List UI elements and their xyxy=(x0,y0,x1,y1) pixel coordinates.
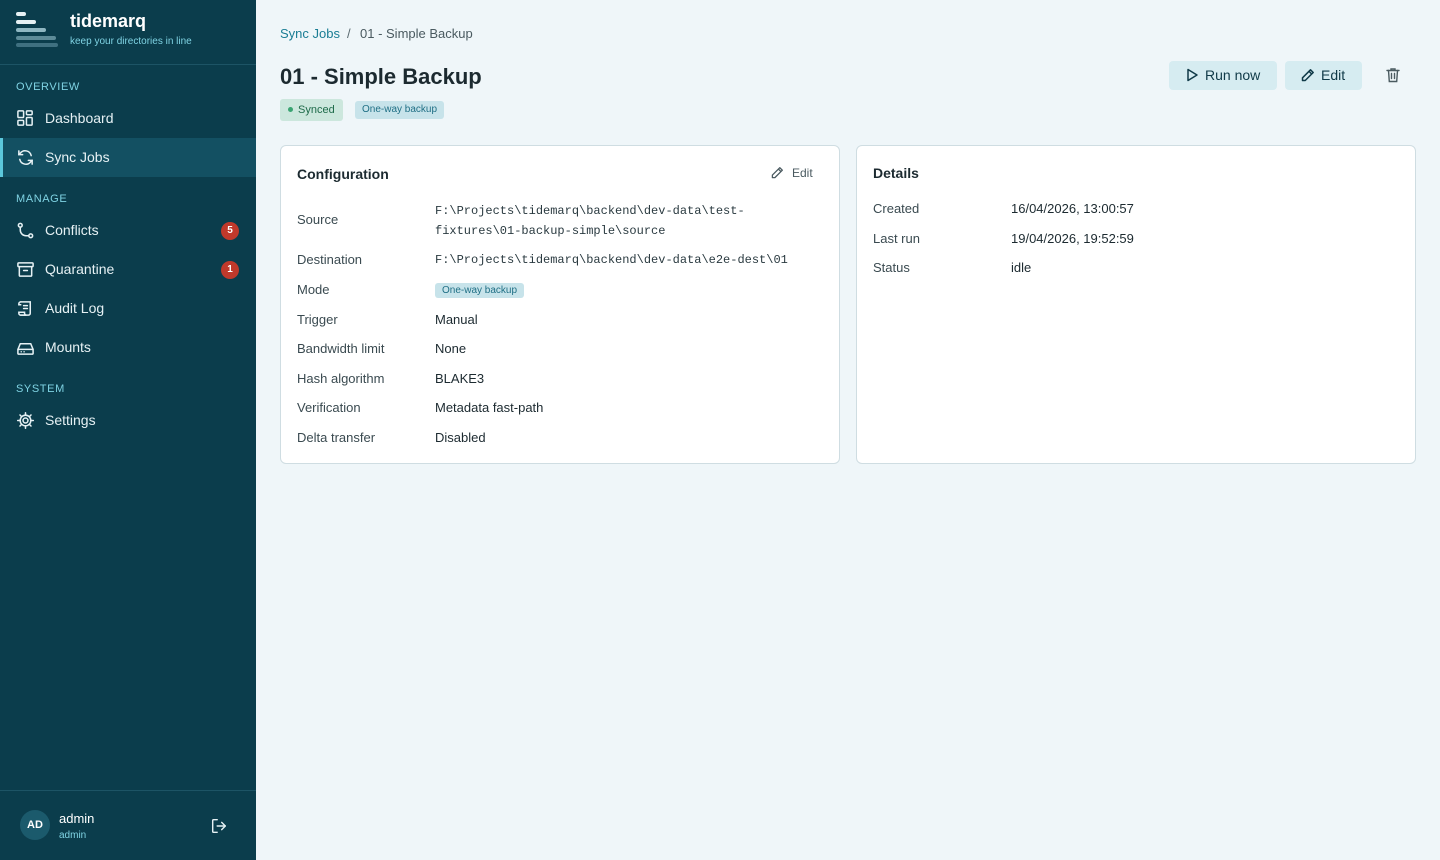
sidebar-item-conflicts[interactable]: Conflicts 5 xyxy=(0,211,256,250)
details-label-created: Created xyxy=(873,201,920,216)
sidebar-item-label: Quarantine xyxy=(45,261,115,277)
configuration-card: Configuration Edit Source F:\Projects\ti… xyxy=(280,145,840,464)
config-value-bandwidth: None xyxy=(435,341,467,356)
mode-badge: One-way backup xyxy=(355,101,445,119)
sidebar-item-audit-log[interactable]: Audit Log xyxy=(0,289,256,328)
quarantine-count-badge: 1 xyxy=(221,261,239,279)
config-label-trigger: Trigger xyxy=(297,312,338,327)
sidebar-item-dashboard[interactable]: Dashboard xyxy=(0,99,256,138)
brand: tidemarq keep your directories in line xyxy=(0,0,256,65)
app-tagline: keep your directories in line xyxy=(70,36,192,47)
details-value-last-run: 19/04/2026, 19:52:59 xyxy=(1011,231,1134,246)
run-now-label: Run now xyxy=(1205,67,1261,83)
details-value-created: 16/04/2026, 13:00:57 xyxy=(1011,201,1134,216)
conflicts-count-badge: 5 xyxy=(221,222,239,240)
config-value-hash: BLAKE3 xyxy=(435,371,485,386)
section-manage: MANAGE xyxy=(16,193,68,205)
config-label-verification: Verification xyxy=(297,400,361,415)
config-value-trigger: Manual xyxy=(435,312,478,327)
archive-icon xyxy=(17,262,34,277)
config-value-destination: F:\Projects\tidemarq\backend\dev-data\e2… xyxy=(435,253,788,267)
sidebar-item-quarantine[interactable]: Quarantine 1 xyxy=(0,250,256,289)
gear-icon xyxy=(16,411,35,430)
trash-icon[interactable] xyxy=(1384,66,1402,84)
run-now-button[interactable]: Run now xyxy=(1169,61,1277,90)
user-role: admin xyxy=(59,830,87,841)
config-value-delta: Disabled xyxy=(435,430,486,445)
sidebar-item-label: Audit Log xyxy=(45,300,105,316)
pencil-icon xyxy=(1301,69,1314,82)
configuration-title: Configuration xyxy=(297,166,389,182)
edit-job-button[interactable]: Edit xyxy=(1285,61,1362,90)
config-value-mode: One-way backup xyxy=(435,283,525,298)
page-title: 01 - Simple Backup xyxy=(280,64,482,89)
config-label-mode: Mode xyxy=(297,282,330,297)
sidebar-item-label: Sync Jobs xyxy=(45,149,110,165)
edit-label: Edit xyxy=(1321,67,1346,83)
conflicts-icon xyxy=(17,222,34,239)
config-label-delta: Delta transfer xyxy=(297,430,376,445)
breadcrumb-sync-jobs[interactable]: Sync Jobs xyxy=(280,26,340,41)
config-label-destination: Destination xyxy=(297,252,363,267)
section-system: SYSTEM xyxy=(16,383,65,395)
config-value-source: F:\Projects\tidemarq\backend\dev-data\te… xyxy=(435,204,745,238)
sidebar-item-sync-jobs[interactable]: Sync Jobs xyxy=(0,138,256,177)
details-title: Details xyxy=(873,165,919,181)
breadcrumb-separator: / xyxy=(347,26,351,41)
logo-icon xyxy=(16,12,58,47)
scroll-icon xyxy=(18,301,32,316)
sync-icon xyxy=(18,150,33,165)
sidebar-item-settings[interactable]: Settings xyxy=(0,401,256,440)
sidebar-item-mounts[interactable]: Mounts xyxy=(0,328,256,367)
configuration-edit-label: Edit xyxy=(792,166,813,180)
config-label-bandwidth: Bandwidth limit xyxy=(297,341,385,356)
sidebar: tidemarq keep your directories in line O… xyxy=(0,0,256,860)
section-overview: OVERVIEW xyxy=(16,81,80,93)
details-label-last-run: Last run xyxy=(873,231,920,246)
status-badge: Synced xyxy=(280,99,343,121)
details-value-status: idle xyxy=(1011,260,1032,275)
user-name: admin xyxy=(59,811,95,826)
sidebar-item-label: Settings xyxy=(45,412,96,428)
drive-icon xyxy=(17,342,34,355)
configuration-edit-button[interactable]: Edit xyxy=(771,165,821,183)
config-value-verification: Metadata fast-path xyxy=(435,400,544,415)
config-label-hash: Hash algorithm xyxy=(297,371,385,386)
user-panel: AD admin admin xyxy=(0,790,256,860)
app-name: tidemarq xyxy=(70,11,147,31)
pencil-icon xyxy=(771,167,783,179)
config-label-source: Source xyxy=(297,212,339,227)
play-icon xyxy=(1187,68,1198,82)
sidebar-item-label: Mounts xyxy=(45,339,91,355)
details-label-status: Status xyxy=(873,260,910,275)
sidebar-item-label: Conflicts xyxy=(45,222,99,238)
logout-icon[interactable] xyxy=(210,817,228,835)
dashboard-icon xyxy=(17,110,33,126)
sidebar-item-label: Dashboard xyxy=(45,110,114,126)
breadcrumb-current: 01 - Simple Backup xyxy=(360,26,473,41)
details-card: Details Created 16/04/2026, 13:00:57 Las… xyxy=(856,145,1416,464)
avatar: AD xyxy=(20,810,50,840)
